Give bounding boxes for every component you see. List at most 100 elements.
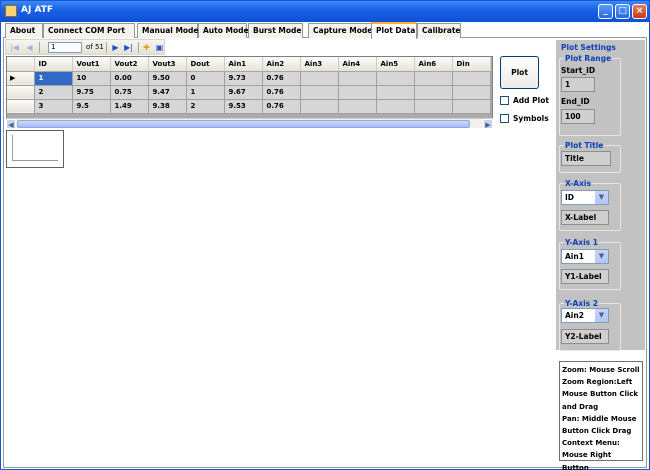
- column-header[interactable]: Ain4: [338, 57, 377, 72]
- help-line: Mouse Right Button: [562, 451, 612, 470]
- add-new-icon[interactable]: ✚: [141, 42, 152, 53]
- tab-about[interactable]: About: [5, 23, 43, 38]
- table-cell[interactable]: 0: [186, 71, 225, 86]
- y1-label-input[interactable]: Y1-Label: [561, 269, 609, 284]
- plot-area[interactable]: [6, 130, 64, 168]
- table-cell[interactable]: 9.67: [224, 85, 263, 100]
- position-input[interactable]: 1: [48, 42, 82, 53]
- tab-capture-mode[interactable]: Capture Mode: [308, 23, 372, 38]
- plot-title-input[interactable]: Title: [561, 151, 611, 166]
- minimize-icon[interactable]: _: [598, 4, 613, 19]
- table-cell[interactable]: 9.53: [224, 99, 263, 114]
- table-cell[interactable]: 9.73: [224, 71, 263, 86]
- table-cell[interactable]: 0.76: [262, 99, 301, 114]
- table-cell[interactable]: [376, 71, 415, 86]
- table-cell[interactable]: 9.47: [148, 85, 187, 100]
- column-header[interactable]: Dout: [186, 57, 225, 72]
- table-cell[interactable]: [452, 85, 491, 100]
- row-header-corner[interactable]: [7, 57, 35, 72]
- scroll-left-icon[interactable]: ◀: [6, 119, 16, 129]
- plot-button[interactable]: Plot: [500, 56, 539, 89]
- x-axis-selected: ID: [565, 193, 575, 202]
- column-header[interactable]: Vout1: [72, 57, 111, 72]
- end-id-input[interactable]: 100: [561, 109, 595, 124]
- column-header[interactable]: Vout3: [148, 57, 187, 72]
- move-next-icon[interactable]: ▶: [110, 42, 121, 53]
- table-cell[interactable]: [414, 85, 453, 100]
- save-icon[interactable]: ▣: [154, 42, 165, 53]
- column-header[interactable]: Ain1: [224, 57, 263, 72]
- close-icon[interactable]: ×: [632, 4, 647, 19]
- table-cell[interactable]: [376, 99, 415, 114]
- column-header[interactable]: Ain6: [414, 57, 453, 72]
- table-row[interactable]: 2 9.75 0.75 9.47 1 9.67 0.76: [7, 85, 491, 100]
- chevron-down-icon[interactable]: ▼: [595, 309, 608, 322]
- table-cell[interactable]: 2: [186, 99, 225, 114]
- table-cell[interactable]: [338, 85, 377, 100]
- y-axis-1-select[interactable]: Ain1 ▼: [561, 249, 609, 264]
- row-header[interactable]: [7, 99, 35, 114]
- x-axis-select[interactable]: ID ▼: [561, 190, 609, 205]
- y-axis-2-selected: Ain2: [565, 311, 584, 320]
- y-axis-2-select[interactable]: Ain2 ▼: [561, 308, 609, 323]
- add-plot-label: Add Plot: [513, 96, 549, 105]
- help-text-box: Zoom: Mouse Scroll Zoom Region:Left Mous…: [559, 361, 643, 470]
- add-plot-checkbox[interactable]: [500, 96, 509, 105]
- current-row-indicator-icon[interactable]: ▶: [7, 71, 35, 86]
- column-header[interactable]: Vout2: [110, 57, 149, 72]
- table-cell[interactable]: 1: [186, 85, 225, 100]
- table-cell[interactable]: 9.5: [72, 99, 111, 114]
- tab-connect-com-port[interactable]: Connect COM Port: [43, 23, 135, 38]
- table-cell[interactable]: 10: [72, 71, 111, 86]
- table-cell[interactable]: 1: [34, 71, 73, 86]
- table-cell[interactable]: [300, 85, 339, 100]
- column-header[interactable]: ID: [34, 57, 73, 72]
- table-cell[interactable]: [338, 71, 377, 86]
- plot-settings-title: Plot Settings: [561, 43, 616, 52]
- tab-auto-mode[interactable]: Auto Mode: [198, 23, 249, 38]
- table-cell[interactable]: 9.38: [148, 99, 187, 114]
- table-cell[interactable]: 0.76: [262, 71, 301, 86]
- chevron-down-icon[interactable]: ▼: [595, 191, 608, 204]
- table-cell[interactable]: 3: [34, 99, 73, 114]
- table-cell[interactable]: [300, 71, 339, 86]
- column-header[interactable]: Ain2: [262, 57, 301, 72]
- table-cell[interactable]: 9.75: [72, 85, 111, 100]
- tab-burst-mode[interactable]: Burst Mode: [248, 23, 303, 38]
- column-header[interactable]: Ain5: [376, 57, 415, 72]
- table-cell[interactable]: 0.75: [110, 85, 149, 100]
- table-cell[interactable]: 9.50: [148, 71, 187, 86]
- table-cell[interactable]: [376, 85, 415, 100]
- tab-manual-mode[interactable]: Manual Mode: [137, 23, 199, 38]
- table-cell[interactable]: 1.49: [110, 99, 149, 114]
- table-row[interactable]: 3 9.5 1.49 9.38 2 9.53 0.76: [7, 99, 491, 114]
- move-first-icon[interactable]: |◀: [9, 42, 20, 53]
- start-id-input[interactable]: 1: [561, 77, 595, 92]
- horizontal-scrollbar[interactable]: ◀ ▶: [6, 118, 493, 129]
- y2-label-input[interactable]: Y2-Label: [561, 329, 609, 344]
- table-row[interactable]: ▶ 1 10 0.00 9.50 0 9.73 0.76: [7, 71, 491, 86]
- scroll-right-icon[interactable]: ▶: [483, 119, 493, 129]
- x-label-input[interactable]: X-Label: [561, 210, 609, 225]
- move-last-icon[interactable]: ▶|: [123, 42, 134, 53]
- table-cell[interactable]: 0.00: [110, 71, 149, 86]
- table-cell[interactable]: 2: [34, 85, 73, 100]
- tab-calibrate[interactable]: Calibrate: [417, 23, 461, 38]
- help-line: Context Menu:: [562, 439, 620, 448]
- chevron-down-icon[interactable]: ▼: [595, 250, 608, 263]
- column-header[interactable]: Ain3: [300, 57, 339, 72]
- symbols-checkbox[interactable]: [500, 114, 509, 123]
- row-header[interactable]: [7, 85, 35, 100]
- table-cell[interactable]: 0.76: [262, 85, 301, 100]
- table-cell[interactable]: [338, 99, 377, 114]
- move-previous-icon[interactable]: ◀: [24, 42, 35, 53]
- table-cell[interactable]: [300, 99, 339, 114]
- table-cell[interactable]: [414, 71, 453, 86]
- table-cell[interactable]: [452, 99, 491, 114]
- table-cell[interactable]: [452, 71, 491, 86]
- scroll-thumb[interactable]: [17, 120, 470, 128]
- column-header[interactable]: Din: [452, 57, 491, 72]
- tab-plot-data[interactable]: Plot Data: [371, 22, 417, 39]
- maximize-icon[interactable]: □: [615, 4, 630, 19]
- table-cell[interactable]: [414, 99, 453, 114]
